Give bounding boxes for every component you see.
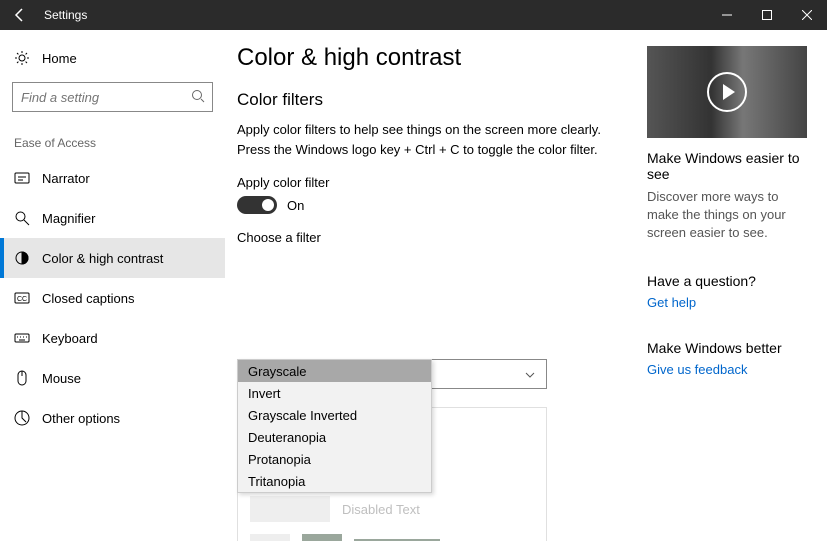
captions-icon: CC [14,290,30,306]
preview-swatch [250,496,330,522]
category-label: Ease of Access [0,126,225,158]
contrast-icon [14,250,30,266]
minimize-button[interactable] [707,0,747,30]
preview-disabled-label: Disabled Text [342,502,420,517]
video-title: Make Windows easier to see [647,150,807,182]
titlebar: Settings [0,0,827,30]
better-heading: Make Windows better [647,340,807,356]
sidebar-item-closed-captions[interactable]: CC Closed captions [0,278,225,318]
app-title: Settings [40,8,87,22]
svg-text:CC: CC [17,296,27,303]
choose-filter-label: Choose a filter [237,230,633,245]
nav-label: Other options [42,411,120,426]
feedback-link[interactable]: Give us feedback [647,362,807,377]
home-label: Home [42,51,77,66]
filters-description: Apply color filters to help see things o… [237,120,633,159]
options-icon [14,410,30,426]
filter-option-grayscale-inverted[interactable]: Grayscale Inverted [238,404,431,426]
get-help-link[interactable]: Get help [647,295,807,310]
content-area: Color & high contrast Color filters Appl… [237,40,633,541]
filter-dropdown-open[interactable]: Grayscale Invert Grayscale Inverted Deut… [237,359,432,493]
nav-label: Narrator [42,171,90,186]
search-input[interactable] [12,82,213,112]
gear-icon [14,50,30,66]
filter-option-deuteranopia[interactable]: Deuteranopia [238,426,431,448]
narrator-icon [14,170,30,186]
toggle-state-label: On [287,198,304,213]
sidebar-item-keyboard[interactable]: Keyboard [0,318,225,358]
nav-label: Magnifier [42,211,95,226]
apply-filter-toggle[interactable] [237,196,277,214]
back-button[interactable] [0,0,40,30]
sidebar-item-magnifier[interactable]: Magnifier [0,198,225,238]
section-color-filters: Color filters [237,90,633,110]
question-heading: Have a question? [647,273,807,289]
filter-option-grayscale[interactable]: Grayscale [238,360,431,382]
mouse-icon [14,370,30,386]
sidebar-item-narrator[interactable]: Narrator [0,158,225,198]
preview-swatch [250,534,290,541]
preview-swatch-selected [302,534,342,541]
search-box[interactable] [12,82,213,112]
apply-filter-label: Apply color filter [237,175,633,190]
help-video-thumbnail[interactable] [647,46,807,138]
sidebar-item-color-contrast[interactable]: Color & high contrast [0,238,225,278]
nav-label: Color & high contrast [42,251,163,266]
chevron-down-icon [524,369,536,381]
right-pane: Make Windows easier to see Discover more… [633,40,807,541]
filter-option-tritanopia[interactable]: Tritanopia [238,470,431,492]
nav-label: Mouse [42,371,81,386]
filter-option-invert[interactable]: Invert [238,382,431,404]
sidebar-item-mouse[interactable]: Mouse [0,358,225,398]
maximize-button[interactable] [747,0,787,30]
keyboard-icon [14,330,30,346]
filter-option-protanopia[interactable]: Protanopia [238,448,431,470]
home-button[interactable]: Home [0,40,225,76]
search-icon [191,89,205,103]
sidebar: Home Ease of Access Narrator Magnifier C… [0,30,225,541]
close-button[interactable] [787,0,827,30]
page-title: Color & high contrast [237,44,633,72]
magnifier-icon [14,210,30,226]
nav-label: Keyboard [42,331,98,346]
video-description: Discover more ways to make the things on… [647,188,807,243]
nav-label: Closed captions [42,291,135,306]
play-icon [707,72,747,112]
sidebar-item-other-options[interactable]: Other options [0,398,225,438]
